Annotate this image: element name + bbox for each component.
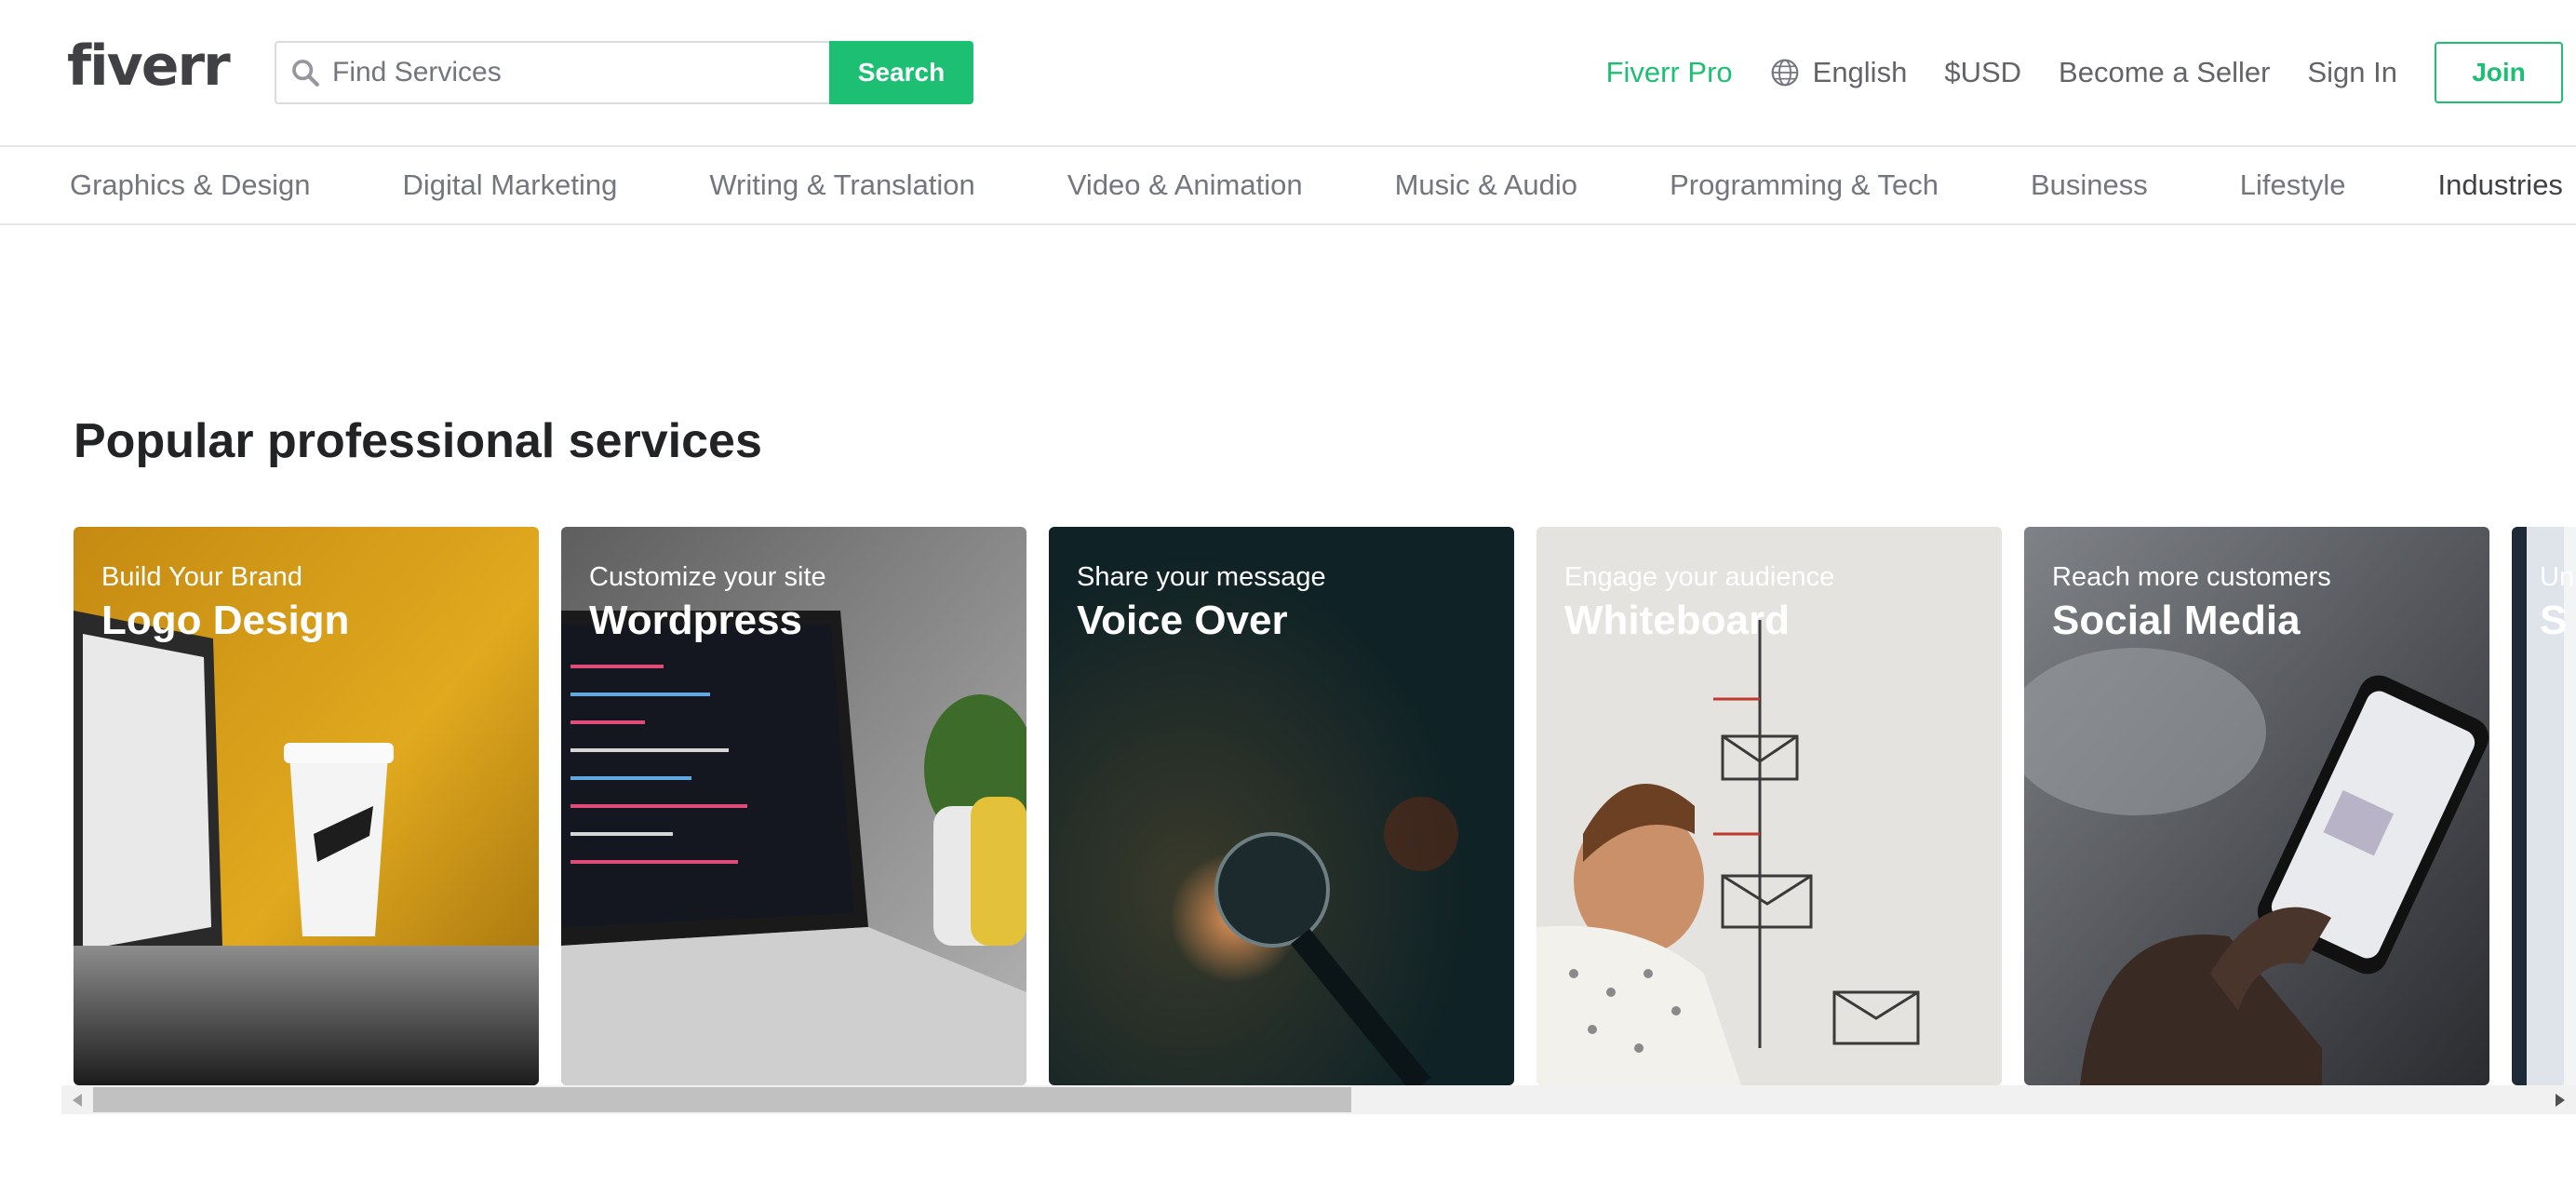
scrollbar-thumb[interactable] bbox=[93, 1087, 1351, 1112]
service-card-partial[interactable]: Un S bbox=[2512, 527, 2576, 1085]
section-title: Popular professional services bbox=[74, 414, 762, 468]
search-button[interactable]: Search bbox=[829, 41, 973, 104]
language-label: English bbox=[1812, 56, 1908, 88]
category-programming-tech[interactable]: Programming & Tech bbox=[1670, 168, 1939, 202]
card-title: Social Media bbox=[2052, 598, 2301, 643]
search-input[interactable] bbox=[332, 45, 829, 101]
card-subtitle: Un bbox=[2540, 562, 2575, 592]
carousel-scrollbar[interactable] bbox=[61, 1085, 2576, 1114]
category-writing-translation[interactable]: Writing & Translation bbox=[709, 168, 974, 202]
category-lifestyle[interactable]: Lifestyle bbox=[2240, 168, 2346, 202]
card-subtitle: Share your message bbox=[1077, 562, 1326, 592]
category-graphics-design[interactable]: Graphics & Design bbox=[70, 168, 310, 202]
service-card-wordpress[interactable]: Customize your site Wordpress bbox=[561, 527, 1026, 1085]
card-title: Whiteboard bbox=[1564, 598, 1790, 643]
service-card-whiteboard[interactable]: Engage your audience Whiteboard bbox=[1536, 527, 2002, 1085]
card-title: Logo Design bbox=[101, 598, 350, 643]
card-subtitle: Reach more customers bbox=[2052, 562, 2331, 592]
service-card-voice-over[interactable]: Share your message Voice Over bbox=[1049, 527, 1514, 1085]
category-music-audio[interactable]: Music & Audio bbox=[1395, 168, 1577, 202]
card-subtitle: Engage your audience bbox=[1564, 562, 1835, 592]
fiverr-logo[interactable]: fiverr bbox=[67, 34, 231, 99]
category-video-animation[interactable]: Video & Animation bbox=[1067, 168, 1303, 202]
category-digital-marketing[interactable]: Digital Marketing bbox=[402, 168, 617, 202]
category-business[interactable]: Business bbox=[2031, 168, 2148, 202]
services-carousel: Build Your Brand Logo Design Customize y… bbox=[74, 527, 2576, 1085]
service-card-social-media[interactable]: Reach more customers Social Media bbox=[2024, 527, 2489, 1085]
join-button[interactable]: Join bbox=[2435, 42, 2563, 103]
category-menu: Graphics & Design Digital Marketing Writ… bbox=[0, 147, 2576, 225]
scroll-left-button[interactable] bbox=[61, 1085, 93, 1114]
service-card-logo-design[interactable]: Build Your Brand Logo Design bbox=[74, 527, 539, 1085]
triangle-right-icon bbox=[2556, 1093, 2565, 1107]
language-selector[interactable]: English bbox=[1770, 56, 1908, 89]
become-seller-link[interactable]: Become a Seller bbox=[2059, 56, 2270, 89]
header-nav: Fiverr Pro English $USD Become a Seller … bbox=[1606, 41, 2563, 104]
search-bar: Search bbox=[275, 41, 973, 104]
sign-in-link[interactable]: Sign In bbox=[2307, 56, 2397, 89]
triangle-left-icon bbox=[73, 1093, 82, 1107]
category-industries[interactable]: Industries bbox=[2438, 168, 2563, 202]
globe-icon bbox=[1771, 59, 1799, 87]
fiverr-pro-link[interactable]: Fiverr Pro bbox=[1606, 56, 1733, 89]
search-icon bbox=[292, 60, 319, 87]
currency-selector[interactable]: $USD bbox=[1944, 56, 2021, 89]
search-field[interactable] bbox=[275, 41, 829, 104]
site-header: fiverr Search Fiverr Pro English $USD Be… bbox=[0, 0, 2576, 147]
card-title: Voice Over bbox=[1077, 598, 1288, 643]
card-subtitle: Build Your Brand bbox=[101, 562, 303, 592]
scroll-right-button[interactable] bbox=[2544, 1085, 2576, 1114]
card-title: S bbox=[2540, 598, 2568, 643]
card-subtitle: Customize your site bbox=[589, 562, 826, 592]
card-title: Wordpress bbox=[589, 598, 803, 643]
